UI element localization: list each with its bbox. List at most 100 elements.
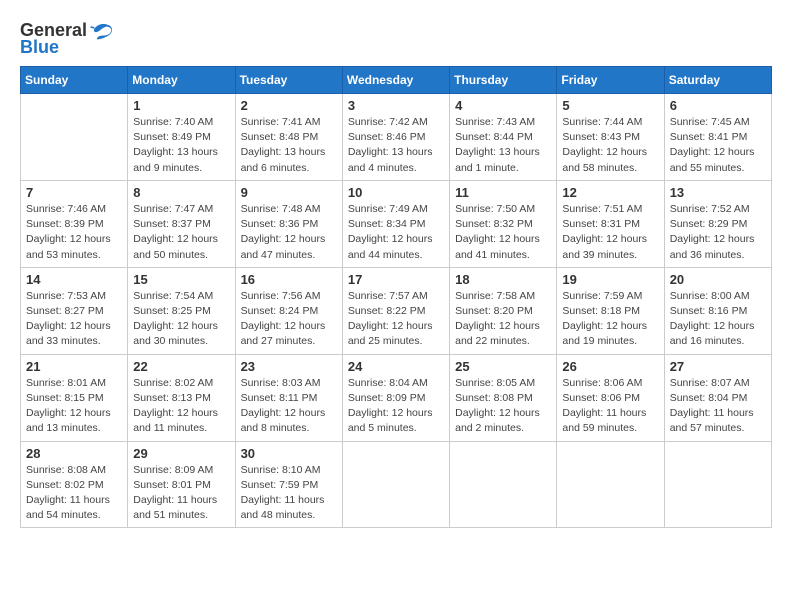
day-info: Sunrise: 7:53 AMSunset: 8:27 PMDaylight:… [26,289,122,350]
day-info: Sunrise: 8:06 AMSunset: 8:06 PMDaylight:… [562,376,658,437]
calendar-cell: 6 Sunrise: 7:45 AMSunset: 8:41 PMDaylight… [664,94,771,181]
weekday-friday: Friday [557,67,664,94]
day-number: 13 [670,185,766,200]
day-info: Sunrise: 7:48 AMSunset: 8:36 PMDaylight:… [241,202,337,263]
day-info: Sunrise: 7:57 AMSunset: 8:22 PMDaylight:… [348,289,444,350]
calendar-cell [21,94,128,181]
day-number: 24 [348,359,444,374]
calendar-cell: 9 Sunrise: 7:48 AMSunset: 8:36 PMDaylight… [235,180,342,267]
day-info: Sunrise: 7:43 AMSunset: 8:44 PMDaylight:… [455,115,551,176]
calendar-cell: 29 Sunrise: 8:09 AMSunset: 8:01 PMDayligh… [128,441,235,528]
calendar-cell: 14 Sunrise: 7:53 AMSunset: 8:27 PMDayligh… [21,267,128,354]
day-number: 12 [562,185,658,200]
day-info: Sunrise: 8:09 AMSunset: 8:01 PMDaylight:… [133,463,229,524]
day-number: 20 [670,272,766,287]
calendar-cell: 5Sunrise: 7:44 AMSunset: 8:43 PMDaylight… [557,94,664,181]
calendar-cell: 26 Sunrise: 8:06 AMSunset: 8:06 PMDayligh… [557,354,664,441]
day-number: 1 [133,98,229,113]
calendar-week-1: 1 Sunrise: 7:40 AMSunset: 8:49 PMDaylight… [21,94,772,181]
day-info: Sunrise: 7:46 AMSunset: 8:39 PMDaylight:… [26,202,122,263]
day-info: Sunrise: 7:50 AMSunset: 8:32 PMDaylight:… [455,202,551,263]
day-number: 22 [133,359,229,374]
calendar-cell: 1 Sunrise: 7:40 AMSunset: 8:49 PMDaylight… [128,94,235,181]
calendar-cell: 20 Sunrise: 8:00 AMSunset: 8:16 PMDayligh… [664,267,771,354]
day-number: 3 [348,98,444,113]
day-info: Sunrise: 7:56 AMSunset: 8:24 PMDaylight:… [241,289,337,350]
weekday-sunday: Sunday [21,67,128,94]
calendar-cell: 7 Sunrise: 7:46 AMSunset: 8:39 PMDaylight… [21,180,128,267]
day-number: 26 [562,359,658,374]
weekday-header-row: SundayMondayTuesdayWednesdayThursdayFrid… [21,67,772,94]
calendar-cell [557,441,664,528]
logo: General Blue [20,20,112,58]
day-number: 10 [348,185,444,200]
calendar-cell [450,441,557,528]
logo-blue-text: Blue [20,37,59,58]
calendar-cell: 8 Sunrise: 7:47 AMSunset: 8:37 PMDaylight… [128,180,235,267]
calendar-cell [342,441,449,528]
day-info: Sunrise: 7:54 AMSunset: 8:25 PMDaylight:… [133,289,229,350]
weekday-wednesday: Wednesday [342,67,449,94]
day-info: Sunrise: 8:00 AMSunset: 8:16 PMDaylight:… [670,289,766,350]
day-number: 25 [455,359,551,374]
day-number: 9 [241,185,337,200]
calendar-cell: 12 Sunrise: 7:51 AMSunset: 8:31 PMDayligh… [557,180,664,267]
calendar-body: 1 Sunrise: 7:40 AMSunset: 8:49 PMDaylight… [21,94,772,528]
day-info: Sunrise: 7:49 AMSunset: 8:34 PMDaylight:… [348,202,444,263]
day-number: 11 [455,185,551,200]
day-info: Sunrise: 8:03 AMSunset: 8:11 PMDaylight:… [241,376,337,437]
day-number: 21 [26,359,122,374]
weekday-tuesday: Tuesday [235,67,342,94]
day-number: 29 [133,446,229,461]
day-info: Sunrise: 8:08 AMSunset: 8:02 PMDaylight:… [26,463,122,524]
calendar-cell: 10 Sunrise: 7:49 AMSunset: 8:34 PMDayligh… [342,180,449,267]
calendar-cell: 25 Sunrise: 8:05 AMSunset: 8:08 PMDayligh… [450,354,557,441]
logo-bird-icon [90,22,112,40]
day-info: Sunrise: 8:05 AMSunset: 8:08 PMDaylight:… [455,376,551,437]
day-number: 27 [670,359,766,374]
calendar-cell: 17Sunrise: 7:57 AMSunset: 8:22 PMDayligh… [342,267,449,354]
day-info: Sunrise: 7:44 AMSunset: 8:43 PMDaylight:… [562,115,658,176]
calendar-cell: 3 Sunrise: 7:42 AMSunset: 8:46 PMDaylight… [342,94,449,181]
day-info: Sunrise: 7:51 AMSunset: 8:31 PMDaylight:… [562,202,658,263]
day-info: Sunrise: 7:58 AMSunset: 8:20 PMDaylight:… [455,289,551,350]
day-info: Sunrise: 7:42 AMSunset: 8:46 PMDaylight:… [348,115,444,176]
calendar-cell: 16Sunrise: 7:56 AMSunset: 8:24 PMDayligh… [235,267,342,354]
day-number: 7 [26,185,122,200]
day-number: 19 [562,272,658,287]
calendar-cell: 28 Sunrise: 8:08 AMSunset: 8:02 PMDayligh… [21,441,128,528]
calendar-week-5: 28 Sunrise: 8:08 AMSunset: 8:02 PMDayligh… [21,441,772,528]
day-info: Sunrise: 8:04 AMSunset: 8:09 PMDaylight:… [348,376,444,437]
day-info: Sunrise: 7:52 AMSunset: 8:29 PMDaylight:… [670,202,766,263]
day-number: 14 [26,272,122,287]
calendar-cell: 21Sunrise: 8:01 AMSunset: 8:15 PMDayligh… [21,354,128,441]
calendar-week-2: 7 Sunrise: 7:46 AMSunset: 8:39 PMDaylight… [21,180,772,267]
day-info: Sunrise: 7:40 AMSunset: 8:49 PMDaylight:… [133,115,229,176]
day-number: 4 [455,98,551,113]
calendar-cell: 22Sunrise: 8:02 AMSunset: 8:13 PMDayligh… [128,354,235,441]
calendar-cell: 23 Sunrise: 8:03 AMSunset: 8:11 PMDayligh… [235,354,342,441]
day-number: 2 [241,98,337,113]
calendar-cell: 24 Sunrise: 8:04 AMSunset: 8:09 PMDayligh… [342,354,449,441]
calendar-week-4: 21Sunrise: 8:01 AMSunset: 8:15 PMDayligh… [21,354,772,441]
calendar-cell: 27Sunrise: 8:07 AMSunset: 8:04 PMDayligh… [664,354,771,441]
day-info: Sunrise: 7:59 AMSunset: 8:18 PMDaylight:… [562,289,658,350]
day-number: 8 [133,185,229,200]
weekday-saturday: Saturday [664,67,771,94]
day-number: 28 [26,446,122,461]
day-info: Sunrise: 7:47 AMSunset: 8:37 PMDaylight:… [133,202,229,263]
calendar-cell: 19 Sunrise: 7:59 AMSunset: 8:18 PMDayligh… [557,267,664,354]
calendar-cell: 15Sunrise: 7:54 AMSunset: 8:25 PMDayligh… [128,267,235,354]
calendar-cell: 11 Sunrise: 7:50 AMSunset: 8:32 PMDayligh… [450,180,557,267]
day-info: Sunrise: 7:41 AMSunset: 8:48 PMDaylight:… [241,115,337,176]
day-number: 23 [241,359,337,374]
day-info: Sunrise: 7:45 AMSunset: 8:41 PMDaylight:… [670,115,766,176]
day-number: 18 [455,272,551,287]
day-number: 6 [670,98,766,113]
calendar-cell: 2 Sunrise: 7:41 AMSunset: 8:48 PMDaylight… [235,94,342,181]
page-header: General Blue [20,20,772,58]
calendar-cell: 4 Sunrise: 7:43 AMSunset: 8:44 PMDaylight… [450,94,557,181]
calendar-cell: 18 Sunrise: 7:58 AMSunset: 8:20 PMDayligh… [450,267,557,354]
weekday-monday: Monday [128,67,235,94]
day-info: Sunrise: 8:10 AMSunset: 7:59 PMDaylight:… [241,463,337,524]
